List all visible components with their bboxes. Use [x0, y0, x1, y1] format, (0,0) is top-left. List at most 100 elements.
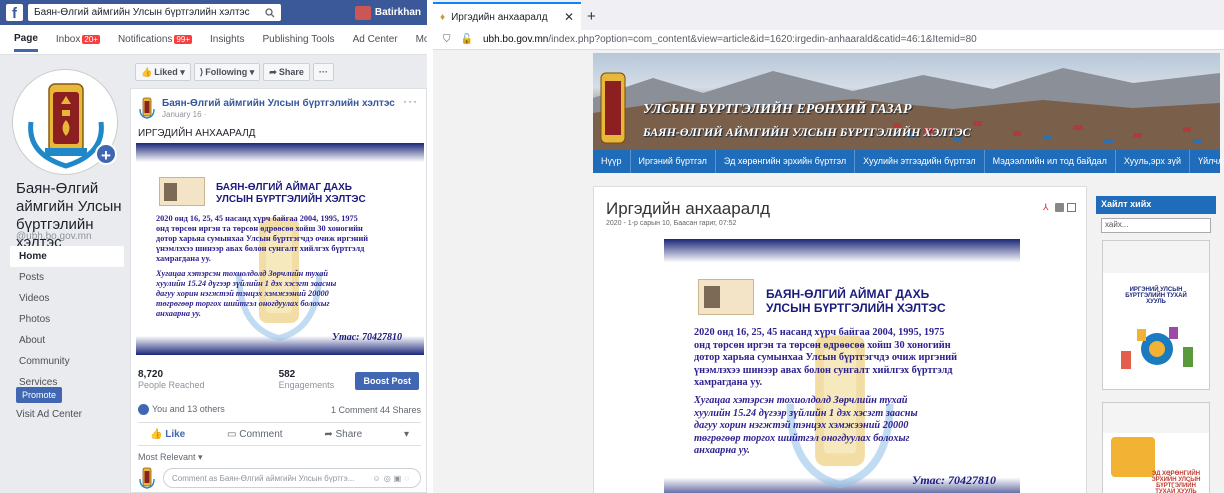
close-tab-icon[interactable]: ✕: [564, 10, 574, 24]
tab-publishing-tools[interactable]: Publishing Tools: [262, 34, 334, 45]
following-button[interactable]: ⟩ Following ▾: [193, 63, 261, 81]
post-date[interactable]: January 16 ·: [162, 110, 206, 119]
site-header-banner: УЛСЫН БҮРТГЭЛИЙН ЕРӨНХИЙ ГАЗАР БАЯН-ӨЛГИ…: [593, 53, 1220, 150]
reactions-summary[interactable]: You and 13 others: [138, 404, 225, 416]
banner-warning-line: анхаарна уу.: [156, 309, 201, 318]
book-title: ЭД ХӨРӨНГИЙН ЭРХИЙН УЛСЫН БҮРТГЭЛИЙН ТУХ…: [1151, 471, 1201, 493]
announcement-image[interactable]: БАЯН-ӨЛГИЙ АЙМАГ ДАХЬ УЛСЫН БҮРТГЭЛИЙН Х…: [136, 143, 424, 355]
banner-body-line: дотор харьяа сумынхаа Улсын бүртгэгчдэ о…: [694, 352, 958, 363]
site-nav: Нүүр Иргэний бүртгэл Эд хөрөнгийн эрхийн…: [593, 150, 1224, 173]
post-text: ИРГЭДИЙН АНХААРАЛД: [138, 128, 256, 139]
sidebar-item-posts[interactable]: Posts: [10, 267, 124, 288]
page-actions: 👍 Liked ▾ ⟩ Following ▾ ➦ Share ···: [135, 63, 334, 81]
comment-placeholder: Comment as Баян-Өлгий аймгийн Улсын бүрт…: [172, 473, 355, 483]
banner-title-line2: УЛСЫН БҮРТГЭЛИЙН ХЭЛТЭС: [766, 301, 946, 315]
nav-item-transparency[interactable]: Мэдээллийн ил тод байдал: [985, 150, 1116, 173]
share-arrow-icon: ➦: [269, 66, 277, 77]
browser-window: ♦ Иргэдийн анхааралд ✕ + ⛉ 🔓 ubh.bo.gov.…: [433, 0, 1224, 493]
nav-item-legal-entity-registration[interactable]: Хуулийн этгээдийн бүртгэл: [855, 150, 985, 173]
browser-tab[interactable]: ♦ Иргэдийн анхааралд ✕: [433, 2, 581, 30]
sidebar-search-input[interactable]: хайх...: [1101, 218, 1211, 233]
sidebar-item-about[interactable]: About: [10, 330, 124, 351]
site-subtitle: БАЯН-ӨЛГИЙ АЙМГИЙН УЛСЫН БҮРТГЭЛИЙН ХЭЛТ…: [643, 125, 971, 139]
banner-warning: Хугацаа хэтэрсэн тохиолдолд Зөрчлийн тух…: [694, 395, 1019, 458]
sidebar-item-photos[interactable]: Photos: [10, 309, 124, 330]
search-icon[interactable]: [265, 7, 275, 18]
print-icon[interactable]: [1055, 203, 1064, 212]
more-options-button[interactable]: ···: [312, 63, 334, 81]
book-header-logos: [1103, 403, 1209, 433]
email-icon[interactable]: [1067, 203, 1076, 212]
comment-tools-icons[interactable]: ☺◎▣◌: [373, 474, 412, 483]
post-author-avatar-icon[interactable]: [138, 97, 156, 119]
tab-more[interactable]: More ▾: [416, 34, 427, 45]
tab-insights[interactable]: Insights: [210, 34, 244, 45]
promote-button[interactable]: Promote: [16, 387, 63, 403]
post-author[interactable]: Баян-Өлгий аймгийн Улсын бүртгэлийн хэлт…: [162, 98, 395, 109]
facebook-logo-icon[interactable]: f: [6, 4, 23, 21]
avatar: [354, 5, 371, 20]
add-photo-button[interactable]: +: [95, 143, 117, 165]
like-button[interactable]: 👍 Like: [150, 429, 185, 440]
visit-ad-center-link[interactable]: Visit Ad Center: [16, 409, 82, 420]
tab-page[interactable]: Page: [14, 27, 38, 52]
tab-label: Publishing Tools: [262, 34, 335, 45]
sidebar-item-community[interactable]: Community: [10, 351, 124, 372]
post-action-bar: 👍 Like ▭ Comment ➦ Share ▾: [138, 422, 421, 446]
law-book-civil-registration[interactable]: ИРГЭНИЙ УЛСЫН БҮРТГЭЛИЙН ТУХАЙ ХУУЛЬ: [1102, 240, 1210, 390]
comment-input[interactable]: Comment as Баян-Өлгий аймгийн Улсын бүрт…: [163, 468, 421, 488]
facebook-user[interactable]: Batirkhan: [354, 5, 421, 20]
tab-label: More ▾: [415, 34, 427, 45]
tab-ad-center[interactable]: Ad Center: [353, 34, 398, 45]
insecure-lock-icon[interactable]: 🔓: [461, 34, 473, 45]
comments-shares-count[interactable]: 1 Comment 44 Shares: [331, 405, 421, 415]
rss-icon: ⟩: [199, 66, 204, 77]
nav-item-property-registration[interactable]: Эд хөрөнгийн эрхийн бүртгэл: [716, 150, 856, 173]
shield-icon[interactable]: ⛉: [443, 34, 451, 45]
share-post-label: Share: [335, 428, 363, 440]
facebook-search-input[interactable]: Баян-Өлгий аймгийн Улсын бүртгэлийн хэлт…: [28, 4, 281, 21]
liked-button[interactable]: 👍 Liked ▾: [135, 63, 191, 81]
banner-warning-line: хуулийн 15.24 дүгээр зүйлийн 1 дэх хэсэг…: [694, 407, 918, 419]
post-options-icon[interactable]: ···: [403, 94, 418, 108]
most-relevant-filter[interactable]: Most Relevant ▾: [138, 452, 203, 463]
commenter-avatar-icon: [139, 467, 155, 489]
boost-post-button[interactable]: Boost Post: [355, 372, 419, 390]
banner-body-line: онд төрсөн иргэн та төрсөн өдрөөсөө хойш…: [156, 224, 363, 233]
new-tab-button[interactable]: +: [587, 4, 596, 30]
following-label: Following ▾: [205, 66, 255, 77]
nav-item-civil-registration[interactable]: Иргэний бүртгэл: [631, 150, 716, 173]
share-arrow-icon: ➦: [324, 428, 336, 440]
share-button[interactable]: ➦ Share: [263, 63, 310, 81]
tab-inbox[interactable]: Inbox 20+: [56, 34, 100, 45]
nav-item-law[interactable]: Хууль,эрх зүй: [1116, 150, 1191, 173]
tab-label: Page: [14, 33, 38, 44]
liked-label: Liked ▾: [154, 66, 185, 77]
nav-item-home[interactable]: Нүүр: [593, 150, 631, 173]
post-as-selector[interactable]: ▾: [404, 429, 409, 440]
page-handle[interactable]: @ubh.bo.gov.mn: [16, 231, 92, 242]
banner-warning-line: хуулийн 15.24 дүгээр зүйлийн 1 дэх хэсэг…: [156, 279, 337, 288]
url-path: /index.php?option=com_content&view=artic…: [548, 34, 977, 45]
comment-button[interactable]: ▭ Comment: [227, 429, 283, 440]
banner-warning-line: төгрөгөөр торгох шийтгэл оногдуулах боло…: [694, 432, 910, 444]
people-reached-label: People Reached: [138, 380, 205, 390]
banner-body-line: 2020 онд 16, 25, 45 насанд хүрч байгаа 2…: [694, 327, 945, 338]
nav-item-customers[interactable]: Үйлчлүүлэгчид танд: [1190, 150, 1224, 173]
comment-label: Comment: [239, 428, 283, 440]
reactions-row: You and 13 others 1 Comment 44 Shares: [138, 404, 421, 416]
sidebar-item-home[interactable]: Home: [10, 246, 124, 267]
url-text: ubh.bo.gov.mn/index.php?option=com_conte…: [483, 34, 977, 45]
share-post-button[interactable]: ➦ Share: [324, 429, 362, 440]
address-bar[interactable]: ⛉ 🔓 ubh.bo.gov.mn/index.php?option=com_c…: [433, 30, 1224, 50]
banner-warning-line: Хугацаа хэтэрсэн тохиолдолд Зөрчлийн тух…: [156, 269, 328, 278]
book-title: ИРГЭНИЙ УЛСЫН БҮРТГЭЛИЙН ТУХАЙ ХУУЛЬ: [1125, 287, 1187, 305]
facebook-username: Batirkhan: [374, 7, 421, 18]
tab-label: Ad Center: [352, 34, 398, 45]
law-book-property-registration[interactable]: ЭД ХӨРӨНГИЙН ЭРХИЙН УЛСЫН БҮРТГЭЛИЙН ТУХ…: [1102, 402, 1210, 493]
tab-notifications[interactable]: Notifications 99+: [118, 34, 192, 45]
article-announcement-image[interactable]: БАЯН-ӨЛГИЙ АЙМАГ ДАХЬ УЛСЫН БҮРТГЭЛИЙН Х…: [664, 239, 1020, 493]
sidebar-item-videos[interactable]: Videos: [10, 288, 124, 309]
banner-phone: Утас: 70427810: [912, 473, 997, 487]
pdf-icon[interactable]: ⅄: [1043, 203, 1052, 212]
